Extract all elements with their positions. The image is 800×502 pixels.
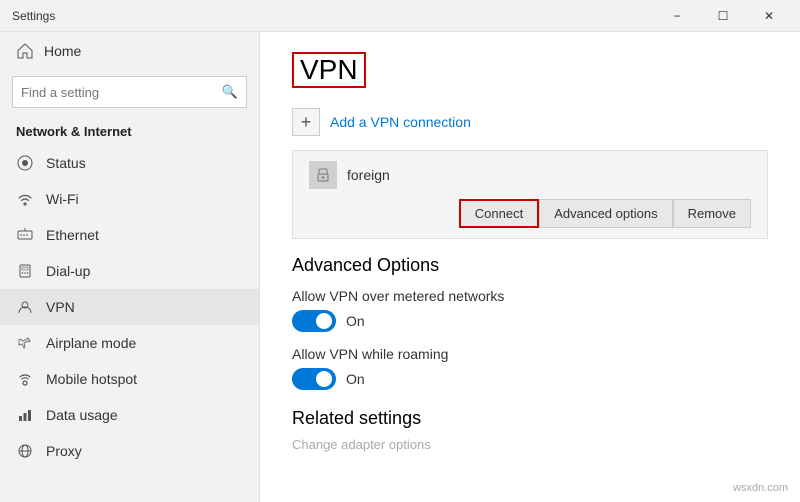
- data-icon: [16, 406, 34, 424]
- dialup-label: Dial-up: [46, 263, 90, 279]
- vpn-card: foreign Connect Advanced options Remove: [292, 150, 768, 239]
- window-controls: − ☐ ✕: [654, 0, 792, 32]
- close-button[interactable]: ✕: [746, 0, 792, 32]
- minimize-button[interactable]: −: [654, 0, 700, 32]
- metered-label: Allow VPN over metered networks: [292, 288, 768, 304]
- ethernet-icon: [16, 226, 34, 244]
- add-vpn-label: Add a VPN connection: [330, 114, 471, 130]
- title-bar: Settings − ☐ ✕: [0, 0, 800, 32]
- wifi-icon: [16, 190, 34, 208]
- app-title: Settings: [12, 9, 55, 23]
- datausage-label: Data usage: [46, 407, 118, 423]
- sidebar-item-hotspot[interactable]: Mobile hotspot: [0, 361, 259, 397]
- sidebar-item-ethernet[interactable]: Ethernet: [0, 217, 259, 253]
- vpn-roaming-option: Allow VPN while roaming On: [292, 346, 768, 390]
- proxy-label: Proxy: [46, 443, 82, 459]
- airplane-label: Airplane mode: [46, 335, 136, 351]
- advanced-options-title: Advanced Options: [292, 255, 768, 276]
- roaming-toggle-state: On: [346, 371, 365, 387]
- status-label: Status: [46, 155, 86, 171]
- roaming-toggle-row: On: [292, 368, 768, 390]
- metered-toggle-state: On: [346, 313, 365, 329]
- home-label: Home: [44, 43, 81, 59]
- dialup-icon: [16, 262, 34, 280]
- airplane-icon: [16, 334, 34, 352]
- proxy-icon: [16, 442, 34, 460]
- roaming-label: Allow VPN while roaming: [292, 346, 768, 362]
- connect-button[interactable]: Connect: [459, 199, 539, 228]
- add-vpn-row[interactable]: + Add a VPN connection: [292, 108, 768, 136]
- vpn-icon: [16, 298, 34, 316]
- search-icon: 🔍: [222, 84, 238, 100]
- hotspot-label: Mobile hotspot: [46, 371, 137, 387]
- main-content: VPN + Add a VPN connection foreign Conne…: [260, 32, 800, 502]
- sidebar-section-label: Network & Internet: [0, 118, 259, 145]
- related-settings-title: Related settings: [292, 408, 768, 429]
- sidebar-item-wifi[interactable]: Wi-Fi: [0, 181, 259, 217]
- vpn-status-icon: [309, 161, 337, 189]
- sidebar-item-status[interactable]: Status: [0, 145, 259, 181]
- change-adapter-link[interactable]: Change adapter options: [292, 437, 768, 452]
- vpn-actions: Connect Advanced options Remove: [309, 199, 751, 228]
- maximize-button[interactable]: ☐: [700, 0, 746, 32]
- vpn-metered-option: Allow VPN over metered networks On: [292, 288, 768, 332]
- sidebar-item-vpn[interactable]: VPN: [0, 289, 259, 325]
- home-icon: [16, 42, 34, 60]
- sidebar: Home 🔍 Network & Internet Status Wi-Fi: [0, 32, 260, 502]
- sidebar-item-home[interactable]: Home: [0, 32, 259, 70]
- search-input[interactable]: [21, 85, 222, 100]
- vpn-label: VPN: [46, 299, 75, 315]
- search-box[interactable]: 🔍: [12, 76, 247, 108]
- vpn-card-top: foreign: [309, 161, 751, 189]
- add-icon: +: [292, 108, 320, 136]
- wifi-label: Wi-Fi: [46, 191, 79, 207]
- watermark: wsxdn.com: [733, 482, 788, 494]
- sidebar-item-datausage[interactable]: Data usage: [0, 397, 259, 433]
- remove-button[interactable]: Remove: [673, 199, 751, 228]
- sidebar-item-dialup[interactable]: Dial-up: [0, 253, 259, 289]
- roaming-toggle[interactable]: [292, 368, 336, 390]
- advanced-options-button[interactable]: Advanced options: [539, 199, 672, 228]
- metered-toggle-row: On: [292, 310, 768, 332]
- status-icon: [16, 154, 34, 172]
- ethernet-label: Ethernet: [46, 227, 99, 243]
- app-body: Home 🔍 Network & Internet Status Wi-Fi: [0, 32, 800, 502]
- metered-toggle[interactable]: [292, 310, 336, 332]
- sidebar-item-airplane[interactable]: Airplane mode: [0, 325, 259, 361]
- vpn-name: foreign: [347, 167, 390, 183]
- page-title: VPN: [292, 52, 366, 88]
- sidebar-item-proxy[interactable]: Proxy: [0, 433, 259, 469]
- hotspot-icon: [16, 370, 34, 388]
